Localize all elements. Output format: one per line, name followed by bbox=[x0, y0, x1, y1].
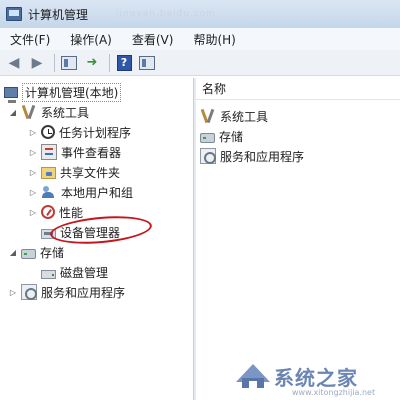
watermark-text: 系统之家 bbox=[274, 366, 358, 390]
tree-item-event-viewer[interactable]: ▷ 事件查看器 bbox=[28, 142, 121, 162]
tree-label-services-apps: 服务和应用程序 bbox=[41, 285, 126, 300]
tree-label-disk-management: 磁盘管理 bbox=[60, 265, 109, 280]
list-item-label: 系统工具 bbox=[220, 109, 269, 124]
watermark-logo-icon bbox=[236, 364, 270, 388]
help-button[interactable]: ? bbox=[114, 53, 134, 73]
watermark-url: www.xitongzhijia.net bbox=[292, 388, 376, 397]
column-header-name[interactable]: 名称 bbox=[196, 78, 400, 100]
window-title: 计算机管理 bbox=[28, 7, 89, 22]
detail-pane[interactable]: 名称 系统工具 存储 服务和应用程序 bbox=[196, 78, 400, 400]
performance-icon bbox=[41, 205, 55, 219]
users-icon bbox=[41, 184, 57, 200]
collapsed-chevron-icon[interactable]: ▷ bbox=[8, 288, 18, 297]
clock-icon bbox=[41, 125, 55, 139]
tools-icon bbox=[21, 104, 37, 120]
title-watermark: jingyan.baidu.com bbox=[116, 9, 217, 19]
forward-arrow-icon: ▶ bbox=[31, 54, 43, 71]
tools-icon bbox=[200, 108, 216, 124]
collapsed-chevron-icon[interactable]: ▷ bbox=[28, 128, 38, 137]
expanded-chevron-icon[interactable]: ◢ bbox=[8, 248, 18, 257]
tree-item-device-manager[interactable]: 设备管理器 bbox=[41, 222, 120, 242]
menu-file[interactable]: 文件(F) bbox=[4, 31, 56, 48]
tree-label-performance: 性能 bbox=[59, 205, 84, 220]
collapsed-chevron-icon[interactable]: ▷ bbox=[28, 168, 38, 177]
event-log-icon bbox=[41, 144, 57, 160]
toolbar-separator bbox=[109, 53, 110, 72]
storage-icon bbox=[21, 248, 36, 259]
column-header-label: 名称 bbox=[202, 82, 227, 96]
tree-label-device-manager: 设备管理器 bbox=[60, 225, 121, 240]
tree-label-task-scheduler: 任务计划程序 bbox=[59, 125, 132, 140]
title-bar: 计算机管理 jingyan.baidu.com bbox=[0, 0, 400, 28]
list-item[interactable]: 系统工具 bbox=[200, 106, 268, 126]
toolbar: ◀ ▶ ➜ ? bbox=[0, 50, 400, 76]
back-arrow-icon: ◀ bbox=[8, 54, 20, 71]
computer-management-icon bbox=[6, 7, 22, 21]
console-tree-icon bbox=[61, 55, 77, 70]
tree-item-disk-management[interactable]: 磁盘管理 bbox=[41, 262, 108, 282]
tree-item-services-apps[interactable]: ▷ 服务和应用程序 bbox=[8, 282, 125, 302]
tree-item-shared-folders[interactable]: ▷ 共享文件夹 bbox=[28, 162, 120, 182]
menu-view[interactable]: 查看(V) bbox=[126, 31, 180, 48]
forward-button[interactable]: ▶ bbox=[27, 53, 47, 73]
tree-item-local-users[interactable]: ▷ 本地用户和组 bbox=[28, 182, 133, 202]
list-item-label: 存储 bbox=[219, 129, 244, 144]
collapsed-chevron-icon[interactable]: ▷ bbox=[28, 208, 38, 217]
tree-item-system-tools[interactable]: ◢ 系统工具 bbox=[8, 102, 89, 122]
help-icon: ? bbox=[116, 54, 132, 71]
device-manager-icon bbox=[41, 228, 56, 239]
console-tree[interactable]: 计算机管理(本地) ◢ 系统工具 ▷ 任务计划程序 ▷ 事件查看器 ▷ 共享文件… bbox=[0, 78, 194, 400]
tree-label-root: 计算机管理(本地) bbox=[22, 82, 122, 102]
storage-icon bbox=[200, 132, 215, 143]
expanded-chevron-icon[interactable]: ◢ bbox=[8, 108, 18, 117]
list-item[interactable]: 服务和应用程序 bbox=[200, 146, 304, 166]
tree-label-event-viewer: 事件查看器 bbox=[61, 145, 122, 160]
shared-folder-icon bbox=[41, 167, 56, 179]
services-icon bbox=[21, 284, 37, 300]
show-hide-action-pane-button[interactable] bbox=[137, 53, 157, 73]
disk-icon bbox=[41, 269, 56, 279]
list-item-label: 服务和应用程序 bbox=[220, 149, 305, 164]
menu-help[interactable]: 帮助(H) bbox=[187, 31, 241, 48]
tree-label-system-tools: 系统工具 bbox=[41, 105, 90, 120]
collapsed-chevron-icon[interactable]: ▷ bbox=[28, 148, 38, 157]
tree-label-storage: 存储 bbox=[40, 245, 65, 260]
toolbar-separator bbox=[54, 53, 55, 72]
back-button[interactable]: ◀ bbox=[4, 53, 24, 73]
menu-bar: 文件(F) 操作(A) 查看(V) 帮助(H) bbox=[0, 28, 400, 50]
tree-item-storage[interactable]: ◢ 存储 bbox=[8, 242, 64, 262]
tree-item-task-scheduler[interactable]: ▷ 任务计划程序 bbox=[28, 122, 131, 142]
menu-action[interactable]: 操作(A) bbox=[64, 31, 118, 48]
tree-label-shared-folders: 共享文件夹 bbox=[60, 165, 121, 180]
computer-icon bbox=[4, 87, 18, 103]
show-hide-tree-button[interactable] bbox=[59, 53, 79, 73]
services-icon bbox=[200, 148, 216, 164]
export-icon: ➜ bbox=[86, 55, 98, 70]
tree-item-root[interactable]: 计算机管理(本地) bbox=[4, 82, 122, 103]
collapsed-chevron-icon[interactable]: ▷ bbox=[28, 188, 38, 197]
export-list-button[interactable]: ➜ bbox=[82, 53, 102, 73]
tree-item-performance[interactable]: ▷ 性能 bbox=[28, 202, 83, 222]
action-pane-icon bbox=[139, 55, 155, 70]
tree-label-local-users: 本地用户和组 bbox=[61, 185, 134, 200]
list-item[interactable]: 存储 bbox=[200, 126, 243, 146]
